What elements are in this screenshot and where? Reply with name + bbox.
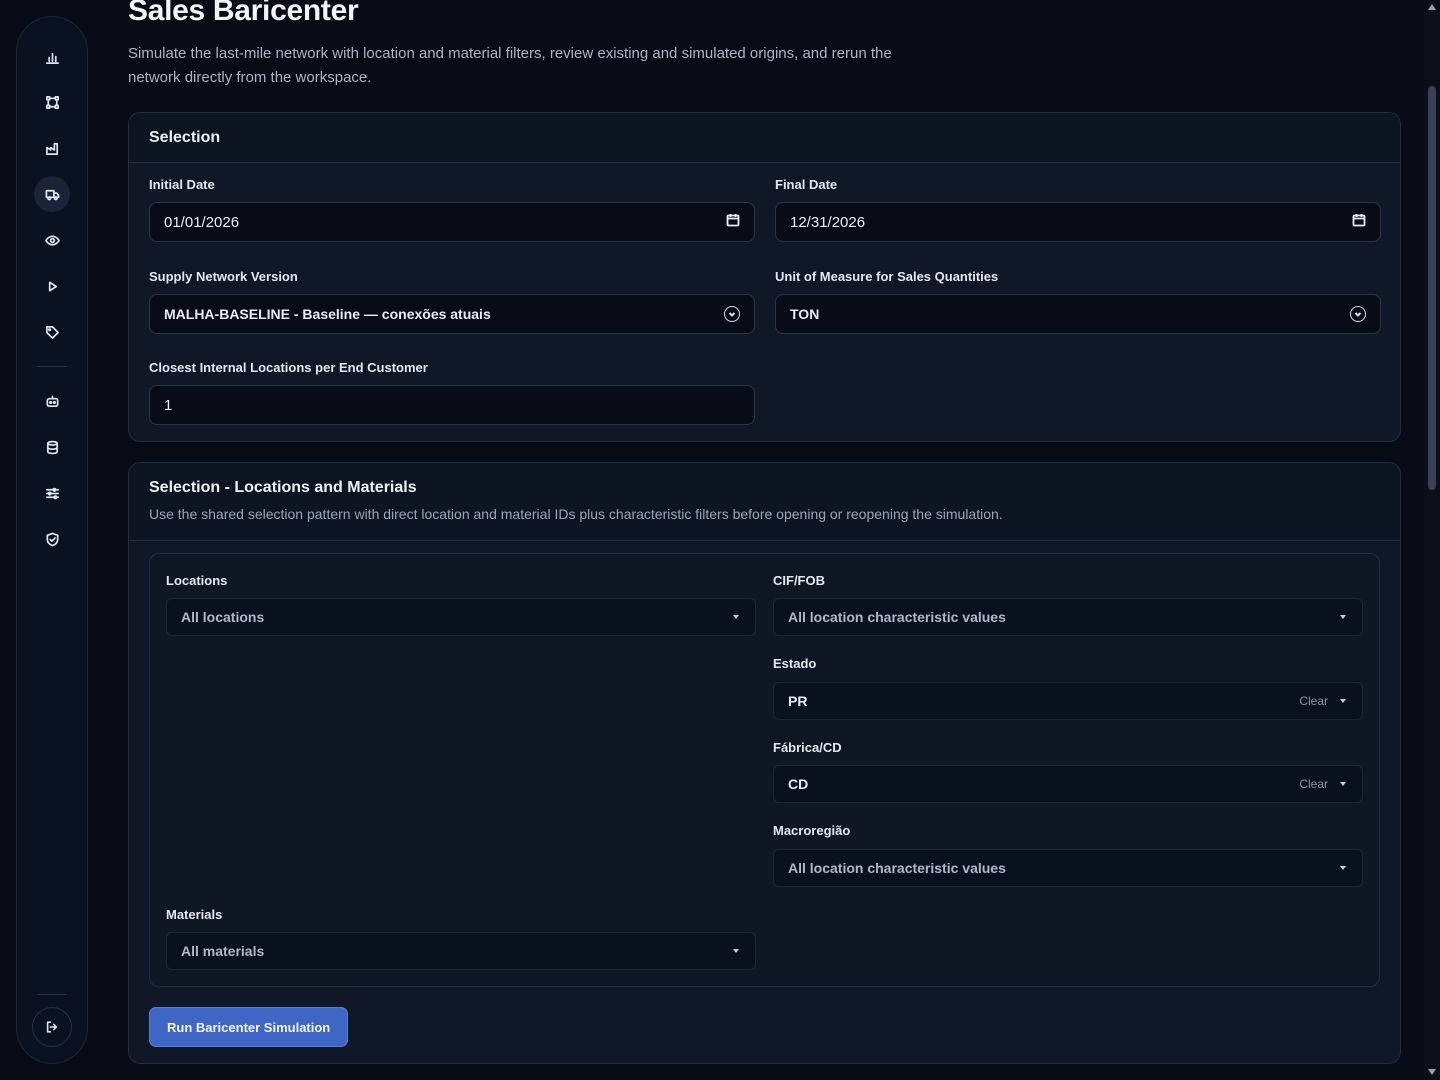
- scroll-up-icon[interactable]: [1428, 4, 1436, 10]
- page-description: Simulate the last-mile network with loca…: [128, 45, 892, 86]
- robot-icon: [46, 395, 58, 407]
- scroll-thumb[interactable]: [1428, 86, 1436, 490]
- fabrica-clear-button[interactable]: Clear: [1299, 777, 1328, 791]
- factory-icon: [45, 142, 58, 155]
- unit-label: Unit of Measure for Sales Quantities: [775, 269, 999, 284]
- nav-pricing[interactable]: [34, 314, 70, 350]
- estado-value: PR: [788, 693, 808, 709]
- materials-label: Materials: [166, 907, 223, 922]
- materials-value: All materials: [181, 943, 265, 959]
- estado-label: Estado: [773, 656, 817, 671]
- macroregiao-label: Macroregião: [773, 823, 851, 838]
- sidebar-divider-bottom: [37, 994, 67, 995]
- caret-down-icon: [1340, 866, 1346, 870]
- cif-fob-select[interactable]: All location characteristic values: [773, 598, 1363, 636]
- locations-materials-card: Selection - Locations and Materials Use …: [128, 462, 1401, 1064]
- network-version-value: MALHA-BASELINE - Baseline — conexões atu…: [164, 306, 491, 322]
- nav-settings[interactable]: [34, 475, 70, 511]
- caret-down-icon: [1340, 699, 1346, 703]
- sidebar: [16, 16, 88, 1064]
- caret-down-icon: [1340, 615, 1346, 619]
- closest-locations-label: Closest Internal Locations per End Custo…: [149, 360, 428, 375]
- calendar-icon[interactable]: [726, 213, 740, 231]
- logout-button[interactable]: [32, 1007, 72, 1047]
- macroregiao-value: All location characteristic values: [788, 860, 1006, 876]
- caret-down-icon: [733, 949, 739, 953]
- nav-analytics[interactable]: [34, 39, 70, 75]
- run-simulation-button[interactable]: Run Baricenter Simulation: [149, 1007, 349, 1047]
- initial-date-label: Initial Date: [149, 177, 215, 192]
- final-date-value: 12/31/2026: [790, 213, 866, 231]
- unit-value: TON: [790, 306, 820, 322]
- nav-security[interactable]: [34, 521, 70, 557]
- network-icon: [45, 95, 59, 109]
- sidebar-divider: [37, 366, 67, 367]
- locations-select[interactable]: All locations: [166, 598, 756, 636]
- final-date-label: Final Date: [775, 177, 838, 192]
- caret-down-icon: [1340, 782, 1346, 786]
- caret-down-icon: [733, 615, 739, 619]
- fabrica-label: Fábrica/CD: [773, 740, 842, 755]
- nav-baricenter[interactable]: [34, 176, 70, 212]
- macroregiao-select[interactable]: All location characteristic values: [773, 849, 1363, 887]
- estado-clear-button[interactable]: Clear: [1299, 694, 1328, 708]
- scroll-down-icon[interactable]: [1428, 1069, 1436, 1075]
- initial-date-input[interactable]: 01/01/2026: [149, 202, 755, 242]
- nav-run[interactable]: [34, 268, 70, 304]
- closest-locations-value: 1: [164, 396, 173, 414]
- locations-materials-title: Selection - Locations and Materials: [149, 479, 417, 496]
- eye-icon: [44, 234, 60, 246]
- logout-icon: [46, 1021, 58, 1033]
- filter-panel: Locations All locations CIF/FOB All loca…: [149, 553, 1380, 987]
- tag-icon: [45, 325, 59, 339]
- network-version-select[interactable]: MALHA-BASELINE - Baseline — conexões atu…: [149, 294, 755, 334]
- final-date-input[interactable]: 12/31/2026: [775, 202, 1381, 242]
- network-version-label: Supply Network Version: [149, 269, 298, 284]
- initial-date-value: 01/01/2026: [164, 213, 240, 231]
- locations-value: All locations: [181, 609, 265, 625]
- sliders-icon: [45, 487, 59, 499]
- cif-fob-value: All location characteristic values: [788, 609, 1006, 625]
- locations-materials-subtitle: Use the shared selection pattern with di…: [149, 506, 1003, 522]
- locations-materials-header: Selection - Locations and Materials Use …: [129, 463, 1400, 541]
- truck-icon: [45, 189, 59, 200]
- materials-select[interactable]: All materials: [166, 932, 756, 970]
- shield-check-icon: [46, 532, 58, 546]
- nav-factory[interactable]: [34, 130, 70, 166]
- play-icon: [48, 280, 57, 292]
- database-icon: [46, 440, 58, 454]
- locations-label: Locations: [166, 573, 228, 588]
- selection-title: Selection: [149, 128, 221, 146]
- page-title: Sales Baricenter: [128, 0, 359, 27]
- nav-assistant[interactable]: [34, 383, 70, 419]
- calendar-icon[interactable]: [1352, 213, 1366, 231]
- fabrica-select[interactable]: CD Clear: [773, 765, 1363, 803]
- nav-network[interactable]: [34, 84, 70, 120]
- fabrica-value: CD: [788, 776, 809, 792]
- chevron-down-icon: [1350, 306, 1366, 322]
- nav-data[interactable]: [34, 429, 70, 465]
- nav-visibility[interactable]: [34, 222, 70, 258]
- page-scrollbar[interactable]: [1424, 0, 1440, 1080]
- bar-chart-icon: [45, 52, 59, 64]
- estado-select[interactable]: PR Clear: [773, 682, 1363, 720]
- chevron-down-icon: [724, 306, 740, 322]
- cif-fob-label: CIF/FOB: [773, 573, 825, 588]
- selection-card-header: Selection: [129, 113, 1400, 163]
- selection-card: Selection Initial Date 01/01/2026 Final …: [128, 112, 1401, 442]
- unit-select[interactable]: TON: [775, 294, 1381, 334]
- closest-locations-input[interactable]: 1: [149, 385, 755, 425]
